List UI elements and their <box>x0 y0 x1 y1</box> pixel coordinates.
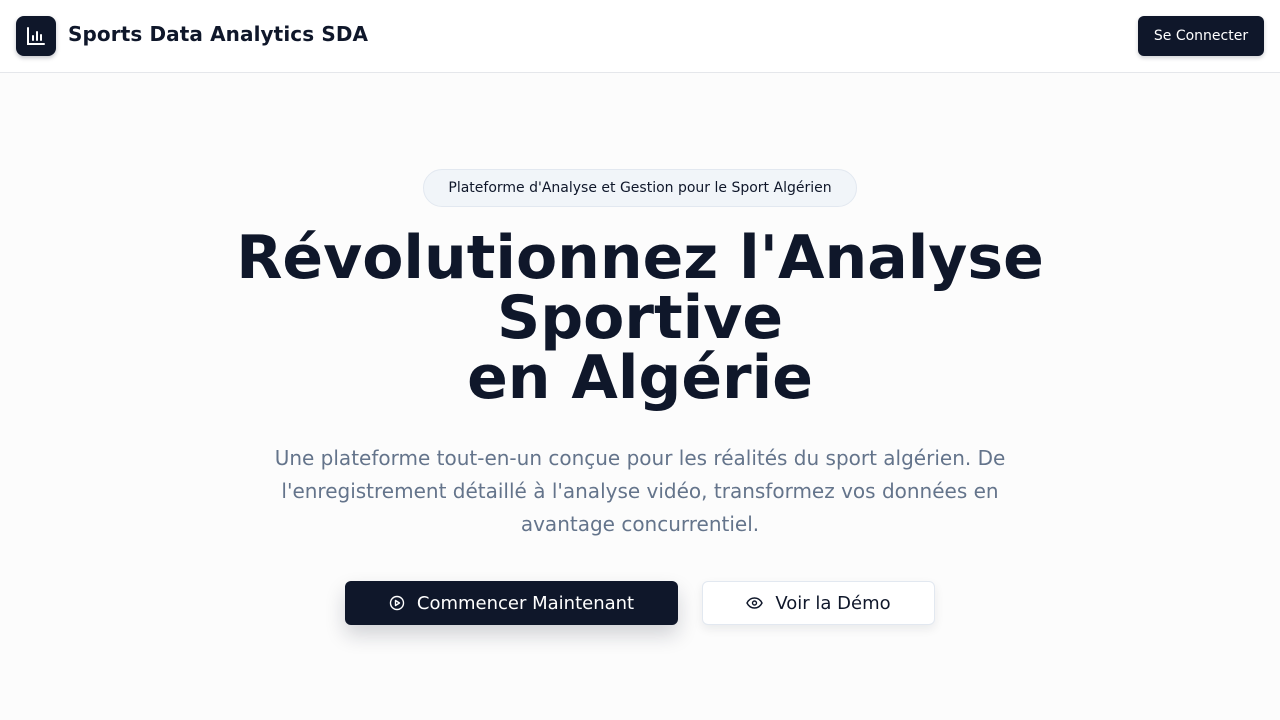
start-now-button[interactable]: Commencer Maintenant <box>345 581 678 625</box>
view-demo-button[interactable]: Voir la Démo <box>702 581 935 625</box>
hero-badge: Plateforme d'Analyse et Gestion pour le … <box>423 169 857 207</box>
start-now-label: Commencer Maintenant <box>416 592 635 614</box>
top-navbar: Sports Data Analytics SDA Se Connecter <box>0 0 1280 73</box>
play-circle-icon <box>389 595 405 611</box>
view-demo-label: Voir la Démo <box>775 592 891 614</box>
login-button[interactable]: Se Connecter <box>1138 16 1264 56</box>
bar-chart-icon <box>26 26 46 46</box>
brand-name[interactable]: Sports Data Analytics SDA <box>68 22 368 46</box>
headline-line-2: Sportive <box>496 283 784 353</box>
logo[interactable] <box>16 16 56 56</box>
eye-icon <box>746 597 764 609</box>
headline-line-1: Révolutionnez l'Analyse <box>236 223 1044 293</box>
headline-line-3: en Algérie <box>467 343 813 413</box>
hero-subtitle: Une plateforme tout-en-un conçue pour le… <box>274 446 1006 536</box>
hero-headline: Révolutionnez l'Analyse Sportive en Algé… <box>140 228 1140 408</box>
